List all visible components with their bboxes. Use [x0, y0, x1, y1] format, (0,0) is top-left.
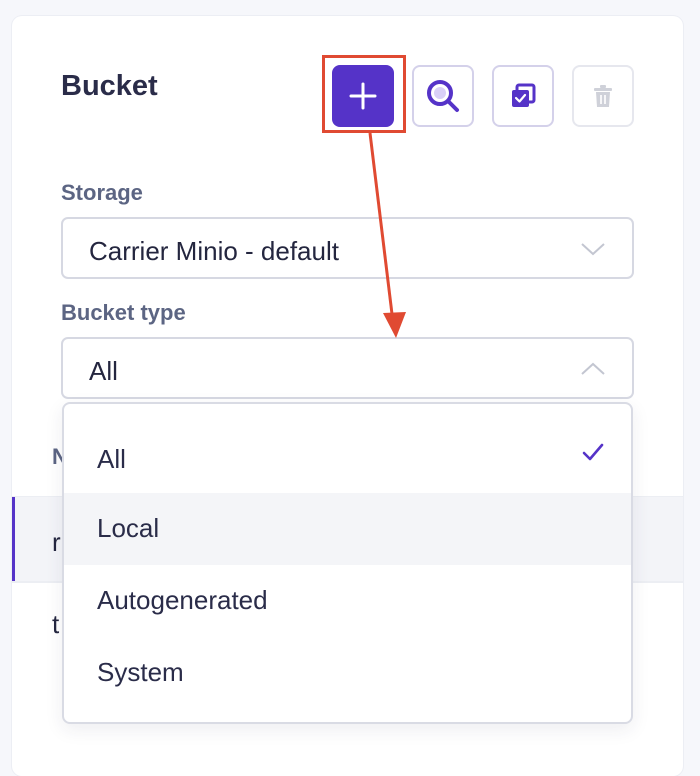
panel-title: Bucket: [61, 70, 158, 102]
dropdown-option-all[interactable]: All: [64, 424, 631, 496]
dropdown-option-autogenerated[interactable]: Autogenerated: [64, 565, 631, 637]
copy-button[interactable]: [492, 65, 554, 127]
option-label: Local: [97, 513, 160, 543]
dropdown-option-local[interactable]: Local: [64, 493, 631, 565]
trash-icon: [594, 85, 612, 107]
option-label: System: [97, 657, 184, 687]
copy-check-icon: [512, 83, 536, 107]
annotation-highlight-box: [322, 55, 406, 133]
bucket-type-dropdown-menu: All Local Autogenerated System: [62, 402, 633, 724]
dropdown-option-system[interactable]: System: [64, 637, 631, 709]
chevron-down-icon: [581, 243, 605, 256]
checkmark-icon: [582, 443, 604, 461]
chevron-up-icon: [581, 362, 605, 375]
table-row-text-partial: r: [52, 527, 61, 557]
storage-selected-value: Carrier Minio - default: [89, 236, 339, 266]
bucket-type-label: Bucket type: [61, 300, 186, 325]
bucket-type-select[interactable]: All: [61, 337, 634, 399]
search-button[interactable]: [412, 65, 474, 127]
option-label: All: [97, 444, 126, 474]
delete-button[interactable]: [572, 65, 634, 127]
storage-select[interactable]: Carrier Minio - default: [61, 217, 634, 279]
table-row-text-partial: t: [52, 609, 60, 639]
bucket-type-selected-value: All: [89, 356, 118, 386]
search-icon: [427, 80, 459, 112]
storage-label: Storage: [61, 180, 143, 205]
option-label: Autogenerated: [97, 585, 268, 615]
